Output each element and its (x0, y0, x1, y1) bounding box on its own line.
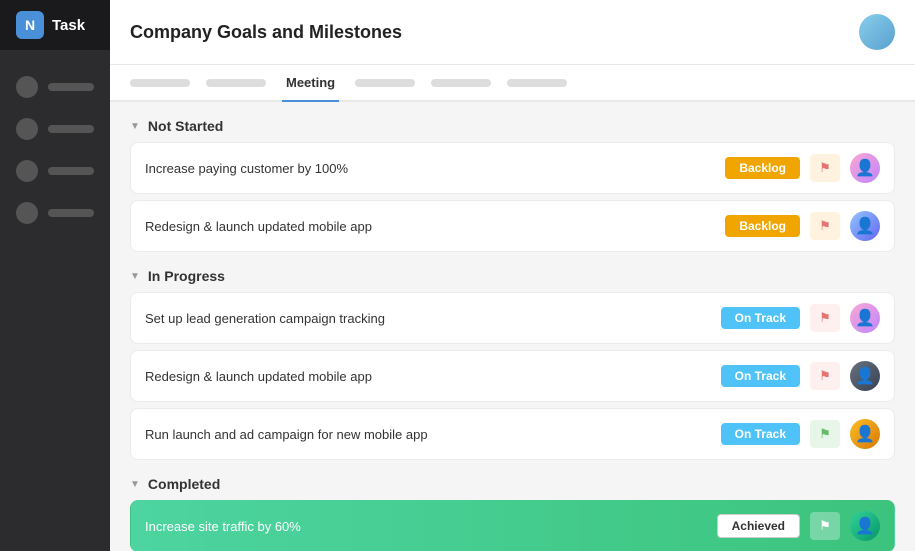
flag-button[interactable]: ⚑ (810, 154, 840, 182)
sidebar-dot-icon (16, 160, 38, 182)
flag-icon: ⚑ (819, 310, 831, 326)
section-header: ▼ In Progress (130, 268, 895, 284)
section-title: Completed (148, 476, 220, 492)
goal-row: Increase paying customer by 100% Backlog… (130, 142, 895, 194)
tab-placeholder[interactable] (431, 79, 491, 87)
flag-button[interactable]: ⚑ (810, 362, 840, 390)
avatar (850, 303, 880, 333)
sidebar-line (48, 209, 94, 217)
avatar[interactable] (859, 14, 895, 50)
status-badge: Backlog (725, 215, 800, 237)
goal-name: Run launch and ad campaign for new mobil… (145, 427, 711, 442)
flag-icon: ⚑ (819, 368, 831, 384)
tab-meeting[interactable]: Meeting (282, 65, 339, 102)
section-not-started: ▼ Not Started Increase paying customer b… (130, 118, 895, 252)
sidebar-dot-icon (16, 118, 38, 140)
page-title: Company Goals and Milestones (130, 22, 402, 43)
tab-placeholder[interactable] (130, 79, 190, 87)
logo-icon: N (16, 11, 44, 39)
goal-name: Redesign & launch updated mobile app (145, 369, 711, 384)
goal-name: Set up lead generation campaign tracking (145, 311, 711, 326)
flag-icon: ⚑ (819, 218, 831, 234)
avatar (850, 153, 880, 183)
section-completed: ▼ Completed Increase site traffic by 60%… (130, 476, 895, 551)
flag-icon: ⚑ (819, 518, 831, 534)
tab-placeholder[interactable] (206, 79, 266, 87)
section-collapse-icon[interactable]: ▼ (130, 479, 140, 490)
main-content: Company Goals and Milestones Meeting ▼ N… (110, 0, 915, 551)
goal-name: Increase paying customer by 100% (145, 161, 715, 176)
goal-row: Redesign & launch updated mobile app Bac… (130, 200, 895, 252)
app-logo[interactable]: N Task (0, 0, 110, 50)
flag-icon: ⚑ (819, 160, 831, 176)
page-header: Company Goals and Milestones (110, 0, 915, 65)
status-badge: Backlog (725, 157, 800, 179)
section-in-progress: ▼ In Progress Set up lead generation cam… (130, 268, 895, 460)
tab-placeholder[interactable] (507, 79, 567, 87)
goal-name: Redesign & launch updated mobile app (145, 219, 715, 234)
status-badge: Achieved (717, 514, 800, 538)
sidebar-line (48, 167, 94, 175)
avatar (850, 211, 880, 241)
sidebar-item[interactable] (0, 150, 110, 192)
section-header: ▼ Not Started (130, 118, 895, 134)
flag-button[interactable]: ⚑ (810, 212, 840, 240)
flag-icon: ⚑ (819, 426, 831, 442)
sidebar-line (48, 83, 94, 91)
goal-row: Set up lead generation campaign tracking… (130, 292, 895, 344)
tabs-bar: Meeting (110, 65, 915, 102)
goal-row: Run launch and ad campaign for new mobil… (130, 408, 895, 460)
goal-row: Redesign & launch updated mobile app On … (130, 350, 895, 402)
status-badge: On Track (721, 423, 800, 445)
section-title: In Progress (148, 268, 225, 284)
status-badge: On Track (721, 307, 800, 329)
flag-button[interactable]: ⚑ (810, 512, 840, 540)
flag-button[interactable]: ⚑ (810, 420, 840, 448)
app-name: Task (52, 17, 85, 34)
avatar (850, 361, 880, 391)
goal-row: Increase site traffic by 60% Achieved ⚑ (130, 500, 895, 551)
tab-placeholder[interactable] (355, 79, 415, 87)
sidebar-line (48, 125, 94, 133)
section-title: Not Started (148, 118, 223, 134)
section-collapse-icon[interactable]: ▼ (130, 271, 140, 282)
flag-button[interactable]: ⚑ (810, 304, 840, 332)
sidebar-item[interactable] (0, 66, 110, 108)
sidebar-item[interactable] (0, 108, 110, 150)
status-badge: On Track (721, 365, 800, 387)
avatar (850, 419, 880, 449)
goal-name: Increase site traffic by 60% (145, 519, 707, 534)
sidebar: N Task (0, 0, 110, 551)
sidebar-dot-icon (16, 76, 38, 98)
sidebar-nav (0, 50, 110, 250)
goals-content: ▼ Not Started Increase paying customer b… (110, 102, 915, 551)
section-collapse-icon[interactable]: ▼ (130, 121, 140, 132)
sidebar-item[interactable] (0, 192, 110, 234)
sidebar-dot-icon (16, 202, 38, 224)
avatar (850, 511, 880, 541)
section-header: ▼ Completed (130, 476, 895, 492)
